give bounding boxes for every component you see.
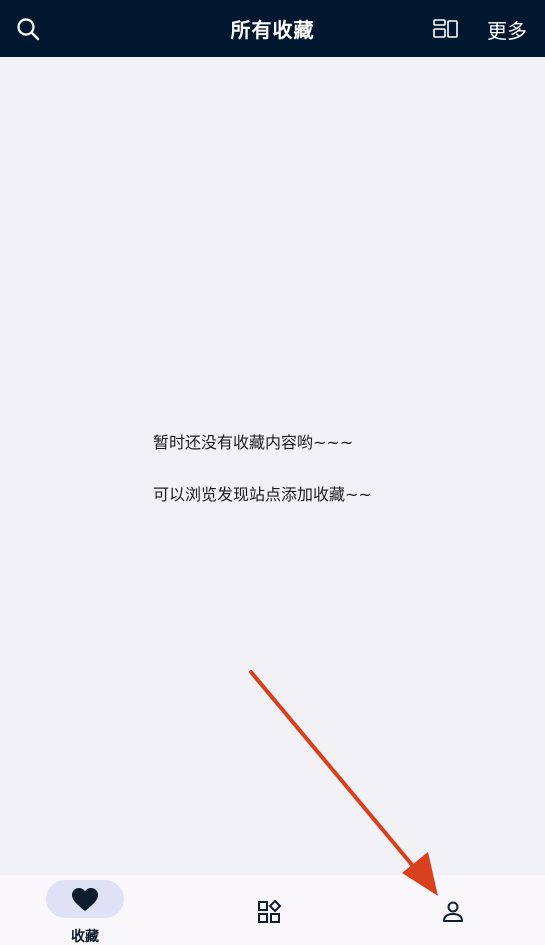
nav-item-favorites[interactable]: 收藏 [45, 875, 125, 945]
empty-state: 暂时还没有收藏内容哟~~~ 可以浏览发现站点添加收藏~~ [0, 57, 545, 875]
app-screen: 所有收藏 更多 暂时还没有收藏内容哟~~~ 可以浏览发现站点添加收藏~~ 收藏 [0, 0, 545, 945]
page-title: 所有收藏 [230, 18, 315, 42]
person-icon [443, 901, 463, 922]
nav-item-profile[interactable] [437, 875, 471, 945]
bottom-navigation: 收藏 [0, 875, 545, 945]
heart-icon [71, 887, 99, 913]
nav-item-discover[interactable] [253, 875, 287, 945]
more-button[interactable]: 更多 [487, 15, 527, 44]
layout-toggle-icon[interactable] [431, 17, 461, 41]
empty-message-line-1: 暂时还没有收藏内容哟~~~ [153, 433, 354, 452]
empty-message-line-2: 可以浏览发现站点添加收藏~~ [153, 485, 372, 504]
grid-icon [258, 899, 282, 923]
nav-label-favorites: 收藏 [71, 929, 99, 945]
top-app-bar: 所有收藏 更多 [0, 0, 545, 57]
